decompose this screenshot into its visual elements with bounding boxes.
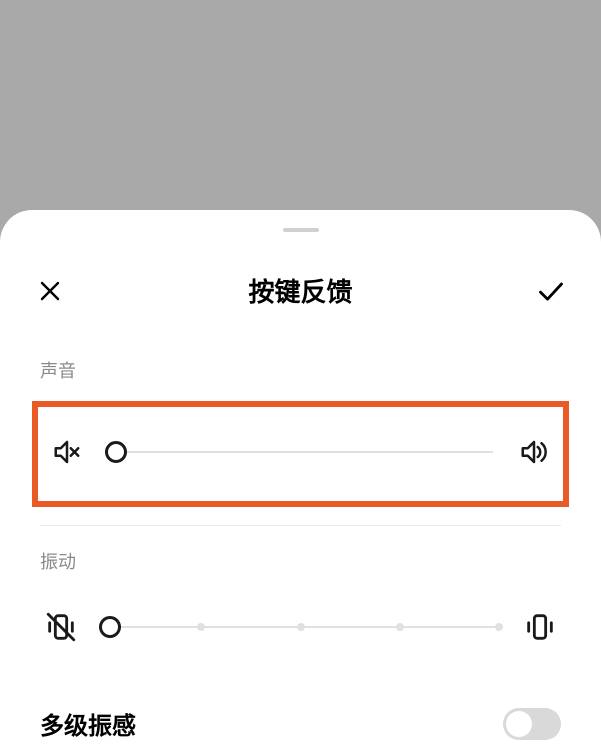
vibration-label: 振动 [0, 526, 601, 582]
sheet-title: 按键反馈 [248, 272, 352, 309]
sound-slider-row [32, 401, 569, 507]
multilevel-title: 多级振感 [40, 706, 136, 741]
vibration-tick [396, 623, 404, 631]
vibration-tick [197, 623, 205, 631]
sheet-header: 按键反馈 [0, 232, 601, 309]
vibration-tick [297, 623, 305, 631]
vibration-slider-row [40, 582, 561, 676]
bottom-sheet: 按键反馈 声音 [0, 210, 601, 750]
close-icon [38, 279, 62, 303]
multilevel-toggle[interactable] [503, 708, 561, 740]
vibration-slider-knob[interactable] [99, 616, 121, 638]
volume-mute-icon [50, 435, 84, 469]
sound-slider[interactable] [108, 451, 493, 453]
vibration-tick [495, 623, 503, 631]
multilevel-subtitle: 点击不同键位的分区时振感不同 [0, 741, 601, 750]
screen-backdrop: 按键反馈 声音 [0, 0, 601, 750]
close-button[interactable] [36, 277, 64, 305]
sound-slider-knob[interactable] [105, 441, 127, 463]
multilevel-row: 多级振感 [0, 676, 601, 741]
toggle-knob [506, 711, 532, 737]
check-icon [537, 277, 565, 305]
volume-high-icon [517, 435, 551, 469]
vibration-slider[interactable] [102, 626, 499, 628]
vibrate-off-icon [44, 610, 78, 644]
confirm-button[interactable] [537, 277, 565, 305]
sound-label: 声音 [0, 309, 601, 391]
vibrate-on-icon [523, 610, 557, 644]
